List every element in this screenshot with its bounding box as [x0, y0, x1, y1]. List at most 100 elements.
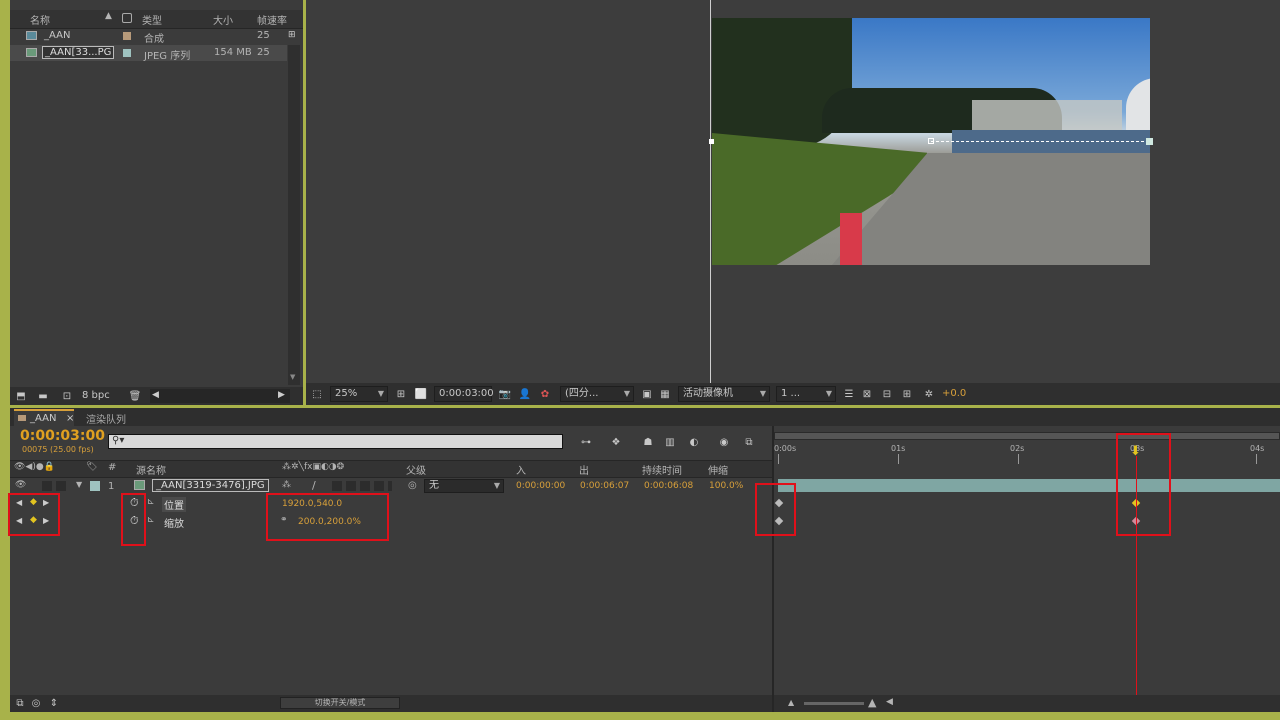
toggle-switches-modes-button[interactable]: 切换开关/模式 — [280, 697, 400, 709]
col-duration[interactable]: 持续时间 — [642, 462, 682, 477]
layer-stretch[interactable]: 100.0% — [709, 481, 743, 491]
layer-in[interactable]: 0:00:00:00 — [516, 481, 565, 491]
lock-checkbox[interactable] — [56, 481, 66, 491]
twirl-down-icon[interactable]: ▼ — [76, 480, 82, 489]
highlight-stopwatch — [121, 493, 146, 546]
label-color-swatch[interactable] — [90, 481, 100, 491]
col-type-header[interactable]: 类型 — [142, 12, 162, 27]
bpc-label[interactable]: 8 bpc — [82, 390, 110, 401]
switch-boxes[interactable] — [332, 481, 392, 491]
parent-select[interactable]: 无 ▼ — [424, 479, 504, 493]
in-out-icon[interactable]: ⇕ — [48, 697, 60, 709]
timecode-field[interactable]: 0:00:03:00 — [434, 386, 494, 402]
quality-switch-icon[interactable]: / — [312, 479, 316, 492]
graph-editor-icon[interactable]: ⧉ — [740, 435, 758, 449]
scroll-left-arrow-icon[interactable]: ◀ — [886, 697, 893, 707]
scroll-down-arrow-icon[interactable]: ▼ — [290, 373, 295, 381]
resolution-select[interactable]: (四分... ▼ — [560, 386, 634, 402]
fast-preview-icon[interactable]: ⊠ — [860, 387, 874, 401]
col-source-name[interactable]: 源名称 — [136, 462, 166, 477]
graph-toggle-icon[interactable]: ⊾ — [147, 515, 155, 525]
snapshot-icon[interactable]: 📷 — [498, 387, 512, 401]
layer-index: 1 — [108, 481, 115, 492]
layer-out[interactable]: 0:00:06:07 — [580, 481, 629, 491]
layer-duration-bar[interactable] — [778, 479, 1280, 492]
camera-select[interactable]: 活动摄像机 ▼ — [678, 386, 770, 402]
shy-switch-icon[interactable]: ⁂ — [282, 480, 291, 490]
brainstorm-icon[interactable]: ◉ — [716, 435, 732, 449]
time-ruler[interactable]: 0:00s 01s 02s 03s 04s — [774, 430, 1280, 474]
draft-3d-icon[interactable]: ❖ — [608, 435, 624, 449]
ruler-label-2: 02s — [1010, 444, 1025, 453]
flowchart-icon[interactable]: ⊞ — [288, 30, 298, 40]
col-out[interactable]: 出 — [579, 462, 589, 477]
anchor-handle[interactable] — [1146, 138, 1153, 145]
always-preview-icon[interactable]: ⬚ — [310, 387, 324, 401]
solo-checkbox[interactable] — [42, 481, 52, 491]
motion-path[interactable] — [931, 141, 1149, 142]
fast-previews-icon[interactable]: ▣ — [640, 387, 654, 401]
layer-name[interactable]: _AAN[3319-3476].JPG — [152, 479, 269, 492]
footage-icon — [134, 480, 145, 490]
col-index[interactable]: # — [108, 462, 116, 473]
zoom-out-icon[interactable]: ▲ — [788, 698, 794, 707]
timeline-icon[interactable]: ⊟ — [880, 387, 894, 401]
scroll-right-arrow-icon[interactable]: ▶ — [278, 390, 285, 400]
vertical-scrollbar[interactable]: ▼ — [288, 45, 300, 385]
list-item[interactable]: _AAN 合成 25 — [10, 28, 287, 45]
transparency-grid-icon[interactable]: ▦ — [658, 387, 672, 401]
frame-blending-icon[interactable]: ▥ — [662, 435, 678, 449]
list-item[interactable]: _AAN[33...PG JPEG 序列 154 MB 25 — [10, 45, 287, 62]
new-folder-icon[interactable]: ▬ — [36, 390, 50, 402]
current-time-display[interactable]: 0:00:03:00 — [20, 428, 105, 444]
views-select[interactable]: 1 ... ▼ — [776, 386, 836, 402]
zoom-select[interactable]: 25% ▼ — [330, 386, 388, 402]
tab-render-queue[interactable]: 渲染队列 — [86, 411, 126, 426]
pick-whip-icon[interactable]: ◎ — [408, 480, 417, 491]
layer-duration[interactable]: 0:00:06:08 — [644, 481, 693, 491]
trash-icon[interactable]: 🗑 — [128, 390, 142, 402]
tab-composition-label: _AAN — [30, 413, 57, 424]
layer-search-input[interactable]: ⚲▾ — [108, 434, 563, 449]
fit-icon[interactable]: ⊞ — [394, 387, 408, 401]
col-size-header[interactable]: 大小 — [213, 12, 233, 27]
hide-shy-layers-icon[interactable]: ☗ — [640, 435, 656, 449]
eye-icon[interactable]: 👁 — [15, 480, 26, 490]
layer-bounds-handle[interactable] — [709, 139, 714, 144]
exposure-icon[interactable]: ✲ — [922, 387, 936, 401]
graph-toggle-icon[interactable]: ⊾ — [147, 497, 155, 507]
motion-path-start-handle[interactable] — [928, 138, 934, 144]
motion-blur-icon[interactable]: ◐ — [686, 435, 702, 449]
interpret-footage-icon[interactable]: ⬒ — [14, 390, 28, 402]
buildings — [972, 100, 1122, 130]
col-in[interactable]: 入 — [516, 462, 526, 477]
zoom-slider[interactable] — [804, 702, 864, 705]
col-fps-header[interactable]: 帧速率 — [257, 12, 287, 27]
col-parent[interactable]: 父级 — [406, 462, 426, 477]
scroll-left-arrow-icon[interactable]: ◀ — [152, 390, 159, 400]
horizontal-scrollbar[interactable]: ◀ ▶ — [150, 389, 290, 403]
zoom-in-icon[interactable]: ▲ — [868, 696, 876, 709]
av-switches-icons[interactable]: 👁◀)●🔒 — [14, 462, 55, 472]
toggle-pixel-aspect-icon[interactable]: ☰ — [842, 387, 856, 401]
tab-composition[interactable]: _AAN × — [14, 409, 74, 426]
work-area-bar[interactable] — [774, 432, 1280, 440]
channel-icon[interactable]: ✿ — [538, 387, 552, 401]
layer-switches-icon[interactable]: ⧉ — [14, 697, 26, 709]
label-tag-icon[interactable]: 🏷 — [86, 462, 97, 472]
col-name-header[interactable]: 名称 — [30, 12, 50, 27]
exposure-value[interactable]: +0.0 — [942, 388, 966, 399]
col-stretch[interactable]: 伸缩 — [708, 462, 728, 477]
transfer-controls-icon[interactable]: ◎ — [30, 697, 42, 709]
show-snapshot-icon[interactable]: 👤 — [518, 387, 532, 401]
switches-icons[interactable]: ⁂✲╲fx▣◐◑❂ — [282, 462, 344, 472]
new-composition-icon[interactable]: ⊡ — [60, 390, 74, 402]
label-tag-icon[interactable] — [122, 13, 132, 23]
region-of-interest-icon[interactable]: ⬜ — [414, 387, 428, 401]
comp-mini-flowchart-icon[interactable]: ⊶ — [576, 435, 596, 449]
sort-arrow-icon[interactable]: ▲ — [105, 11, 112, 21]
frame-info: 00075 (25.00 fps) — [22, 445, 94, 454]
views-value: 1 ... — [781, 388, 801, 399]
flowchart-icon[interactable]: ⊞ — [900, 387, 914, 401]
close-icon[interactable]: × — [66, 413, 74, 424]
